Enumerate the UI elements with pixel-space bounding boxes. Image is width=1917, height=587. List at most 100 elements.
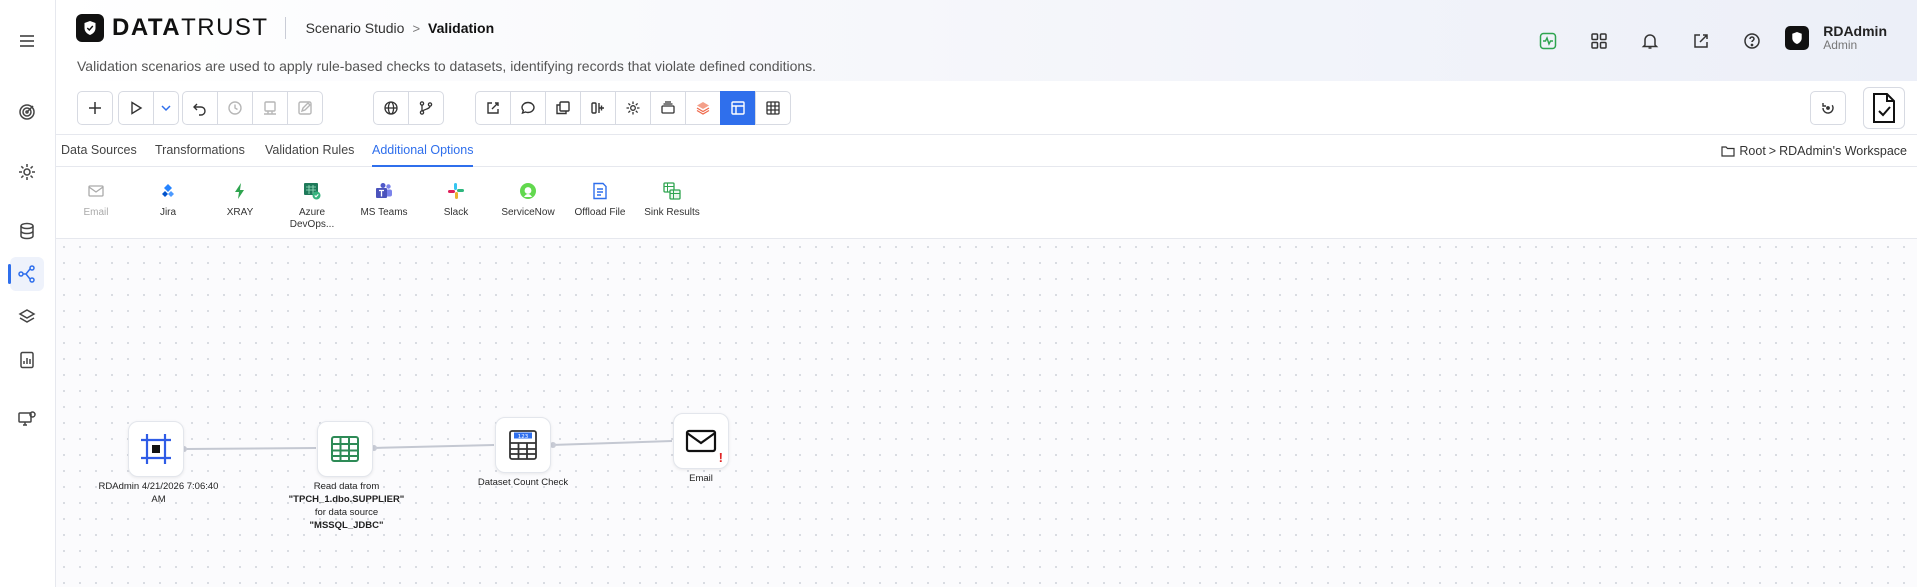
user-role: Admin: [1823, 38, 1858, 52]
reset-history-button[interactable]: [1810, 91, 1846, 125]
layers-color-button[interactable]: [685, 91, 721, 125]
option-offload-file[interactable]: Offload File: [568, 181, 632, 219]
brand: DATATRUST Scenario Studio > Validation: [76, 14, 494, 42]
flow-canvas[interactable]: RDAdmin 4/21/2026 7:06:40 AM Read data f…: [56, 239, 1917, 587]
node-label-email: Email: [689, 473, 713, 484]
page-title: Validation: [428, 20, 495, 36]
breadcrumb-parent[interactable]: Scenario Studio: [306, 20, 405, 36]
monitor-icon[interactable]: [10, 402, 44, 436]
sink-results-icon: [663, 182, 681, 200]
report-icon[interactable]: [10, 343, 44, 377]
tab-validation-rules[interactable]: Validation Rules: [265, 135, 354, 167]
edge-2: [371, 444, 495, 449]
app-root: DATATRUST Scenario Studio > Validation V…: [0, 0, 1917, 587]
workspace-chevron: >: [1768, 144, 1777, 158]
settings-button[interactable]: [615, 91, 651, 125]
add-button[interactable]: [77, 91, 113, 125]
toolbar-group-tools: [475, 91, 791, 125]
toolbar: [56, 81, 1917, 135]
apps-grid-icon[interactable]: [1584, 26, 1614, 56]
target-icon[interactable]: [10, 95, 44, 129]
node-label-trigger: RDAdmin 4/21/2026 7:06:40 AM: [98, 481, 219, 505]
flow-node-email[interactable]: !: [673, 413, 729, 469]
menu-icon[interactable]: [10, 24, 44, 58]
workspace-name[interactable]: RDAdmin's Workspace: [1779, 144, 1907, 158]
count-check-node-icon: 123: [509, 430, 537, 460]
flow-node-dataset-count-check[interactable]: 123: [495, 417, 551, 473]
toolbar-group-run: [118, 91, 179, 125]
bell-icon[interactable]: [1635, 26, 1665, 56]
duplicate-button[interactable]: [545, 91, 581, 125]
option-email[interactable]: Email: [64, 181, 128, 219]
flow-edges: [181, 437, 680, 452]
brand-name: DATATRUST: [112, 14, 269, 41]
toolbar-group-right: [1810, 91, 1846, 125]
trigger-node-icon: [141, 434, 171, 464]
additional-options-palette: Email Jira XRAY Azure DevOps... MS Teams…: [56, 167, 1917, 239]
node-label-dataset-count-check: Dataset Count Check: [477, 477, 569, 488]
option-sink-results[interactable]: Sink Results: [640, 181, 704, 219]
stack-button[interactable]: [650, 91, 686, 125]
option-xray[interactable]: XRAY: [208, 181, 272, 219]
help-icon[interactable]: [1737, 26, 1767, 56]
external-link-icon[interactable]: [1686, 26, 1716, 56]
flow-icon[interactable]: [8, 257, 44, 291]
svg-text:123: 123: [518, 434, 529, 440]
page-header: DATATRUST Scenario Studio > Validation V…: [56, 0, 1917, 81]
branch-button[interactable]: [408, 91, 444, 125]
table-view-button[interactable]: [755, 91, 791, 125]
option-slack[interactable]: Slack: [424, 181, 488, 219]
brand-shield-icon: [76, 14, 104, 42]
globe-button[interactable]: [373, 91, 409, 125]
edit-button[interactable]: [287, 91, 323, 125]
database-icon[interactable]: [10, 214, 44, 248]
page-description: Validation scenarios are used to apply r…: [77, 58, 817, 74]
clear-button[interactable]: [252, 91, 288, 125]
compare-button[interactable]: [580, 91, 616, 125]
mail-icon: [88, 185, 104, 197]
folder-icon: [1721, 146, 1735, 157]
header-divider: [284, 17, 286, 39]
validation-report-button[interactable]: [1863, 87, 1905, 129]
option-servicenow[interactable]: ServiceNow: [496, 181, 560, 219]
offload-file-icon: [593, 182, 607, 200]
history-icon[interactable]: [217, 91, 253, 125]
header-actions: [1533, 26, 1767, 56]
flow-node-trigger[interactable]: [128, 421, 184, 477]
toolbar-group-history: [182, 91, 323, 125]
run-options-chevron-icon[interactable]: [153, 91, 179, 125]
error-indicator: !: [718, 450, 723, 465]
flow-node-data-source[interactable]: [317, 421, 373, 477]
toolbar-group-add: [77, 91, 113, 125]
xray-icon: [235, 183, 244, 199]
left-rail: [0, 0, 56, 587]
user-name: RDAdmin: [1823, 23, 1887, 39]
option-jira[interactable]: Jira: [136, 181, 200, 219]
option-ms-teams[interactable]: MS Teams: [352, 181, 416, 219]
undo-button[interactable]: [182, 91, 218, 125]
layers-icon[interactable]: [10, 300, 44, 334]
tab-data-sources[interactable]: Data Sources: [61, 135, 137, 167]
activity-icon[interactable]: [1533, 26, 1563, 56]
toolbar-group-network: [373, 91, 444, 125]
tab-transformations[interactable]: Transformations: [155, 135, 245, 167]
comment-button[interactable]: [510, 91, 546, 125]
mail-node-icon: [685, 429, 717, 453]
edge-1: [185, 447, 317, 450]
option-azure-devops[interactable]: Azure DevOps...: [280, 181, 344, 231]
jira-icon: [162, 184, 174, 197]
user-menu[interactable]: RDAdmin Admin: [1785, 24, 1887, 52]
avatar: [1785, 26, 1810, 50]
servicenow-icon: [520, 183, 536, 199]
slack-icon: [448, 183, 464, 199]
gear-icon[interactable]: [10, 155, 44, 189]
node-label-data-source: Read data from "TPCH_1.dbo.SUPPLIER" for…: [288, 481, 405, 531]
breadcrumb-chevron: >: [412, 20, 421, 36]
workspace-root[interactable]: Root: [1739, 144, 1765, 158]
workspace-breadcrumb: Root > RDAdmin's Workspace: [1721, 144, 1907, 158]
tab-additional-options[interactable]: Additional Options: [372, 135, 474, 167]
run-button[interactable]: [118, 91, 154, 125]
open-external-button[interactable]: [475, 91, 511, 125]
tab-bar: Data Sources Transformations Validation …: [56, 135, 1917, 167]
layout-view-button[interactable]: [720, 91, 756, 125]
